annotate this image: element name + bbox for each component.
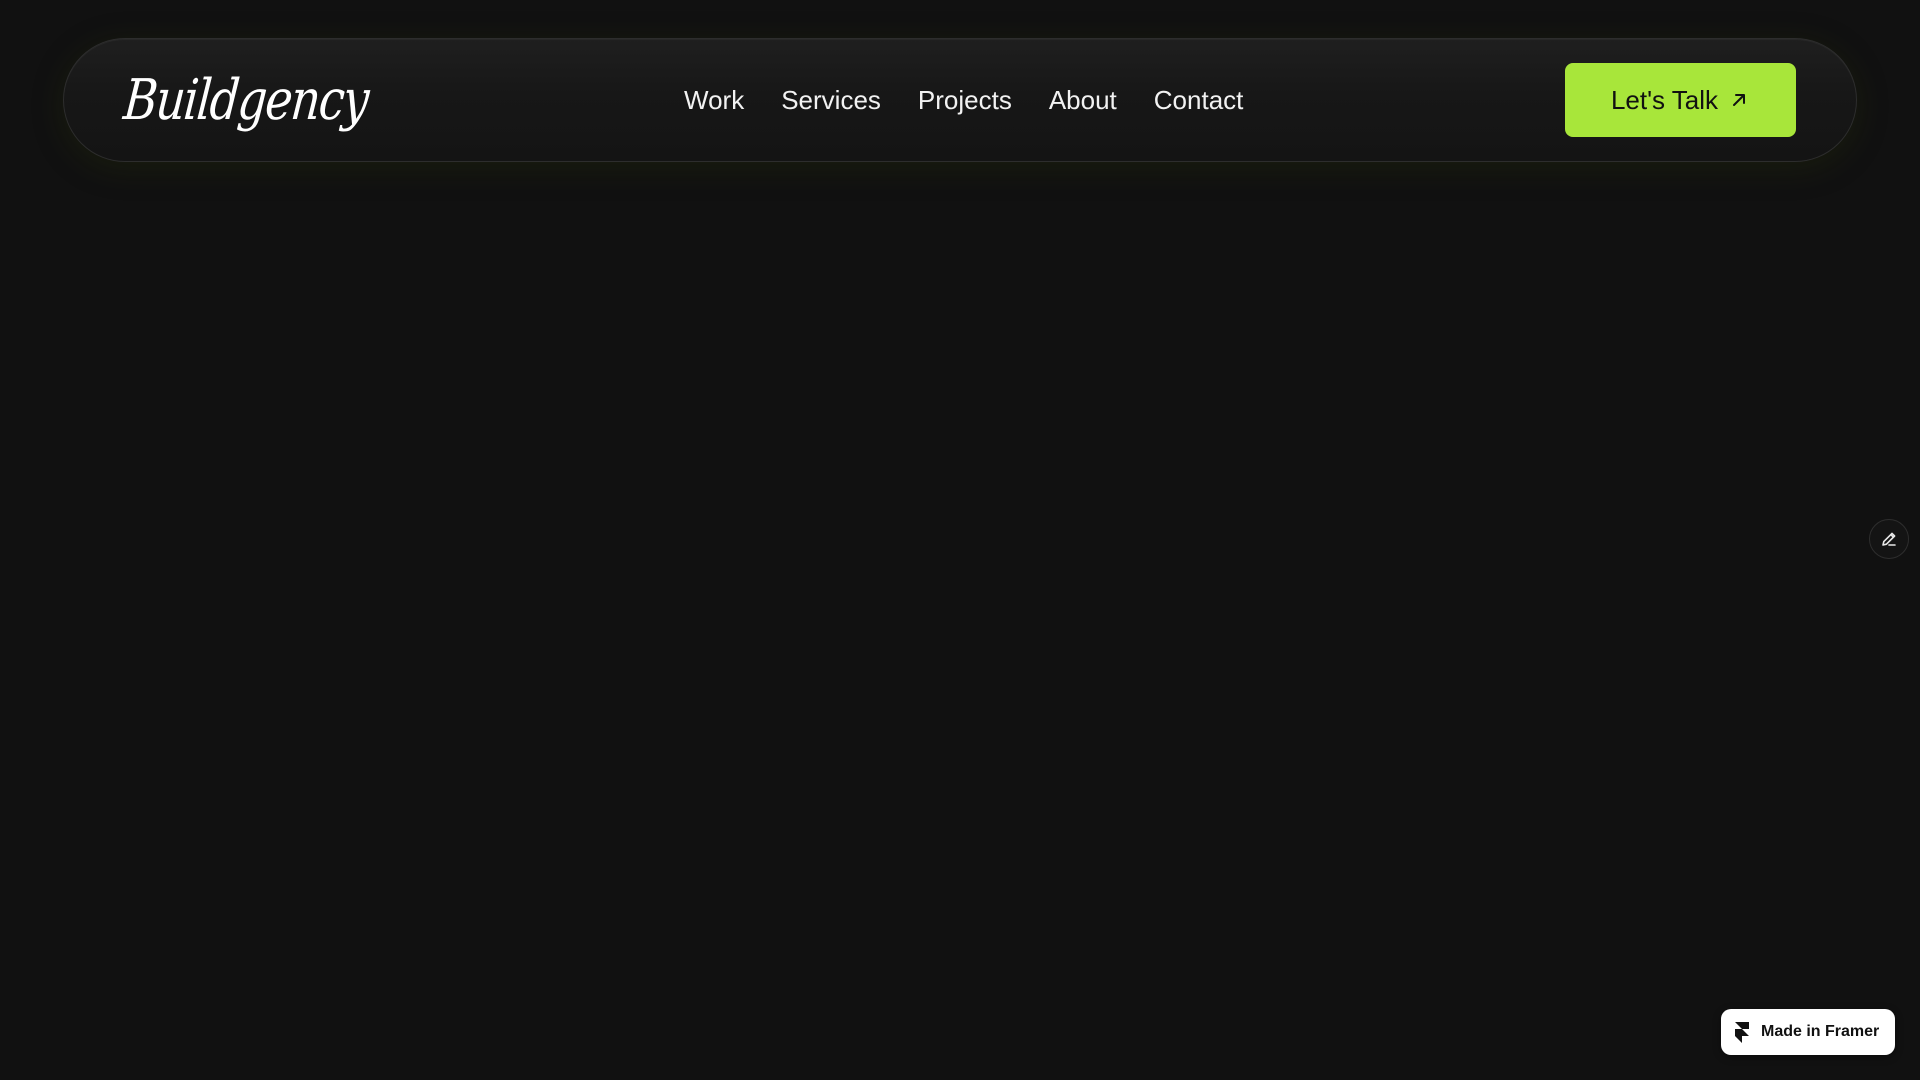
nav-link-services[interactable]: Services — [781, 85, 881, 116]
page: Buildgency Work Services Projects About … — [0, 0, 1920, 1080]
navbar: Buildgency Work Services Projects About … — [63, 38, 1857, 162]
edit-button[interactable] — [1869, 519, 1909, 559]
lets-talk-button[interactable]: Let's Talk — [1565, 63, 1796, 137]
framer-logo-icon — [1733, 1020, 1751, 1044]
nav-link-about[interactable]: About — [1049, 85, 1117, 116]
arrow-up-right-icon — [1728, 89, 1750, 111]
made-in-framer-badge[interactable]: Made in Framer — [1721, 1009, 1895, 1055]
pencil-icon — [1880, 530, 1898, 548]
nav-link-work[interactable]: Work — [684, 85, 744, 116]
lets-talk-label: Let's Talk — [1610, 84, 1719, 115]
main-nav: Work Services Projects About Contact — [684, 39, 1243, 161]
nav-link-projects[interactable]: Projects — [918, 85, 1012, 116]
made-in-framer-label: Made in Framer — [1761, 1023, 1880, 1040]
brand-logo[interactable]: Buildgency — [120, 55, 371, 145]
nav-link-contact[interactable]: Contact — [1154, 85, 1244, 116]
